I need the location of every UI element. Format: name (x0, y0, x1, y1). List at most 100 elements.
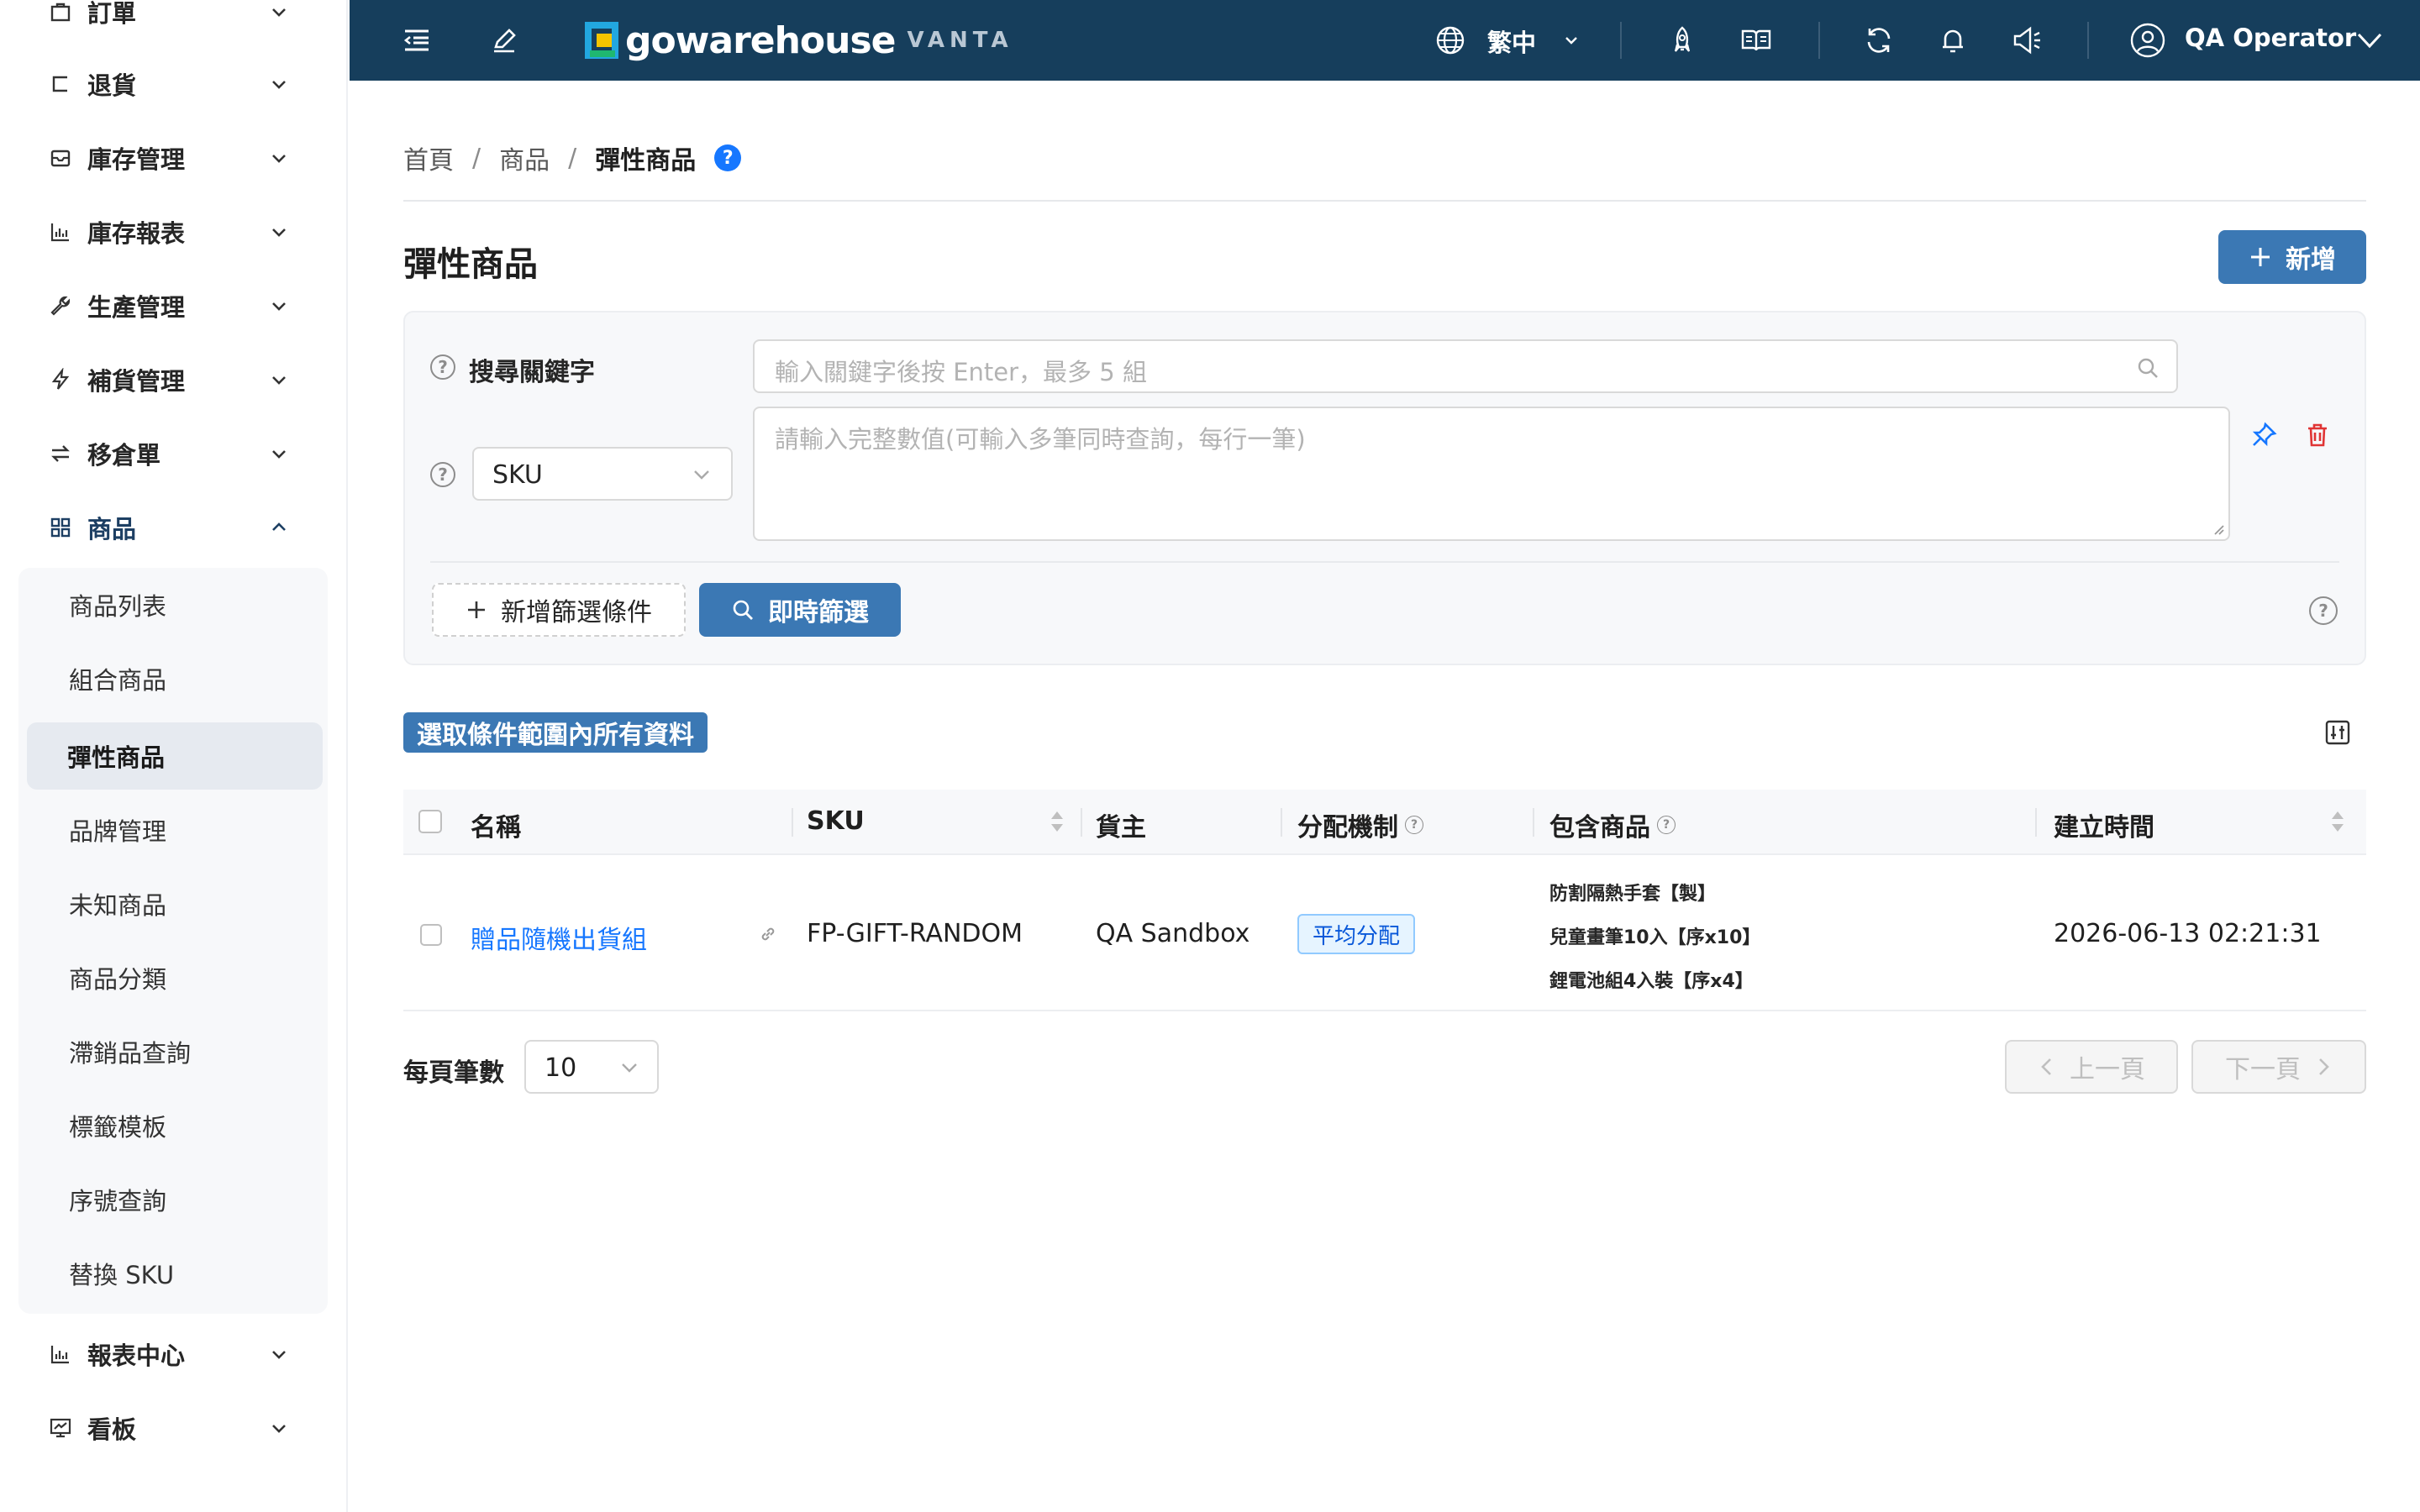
next-page-label: 下一頁 (2225, 1055, 2301, 1084)
chevron-down-icon (267, 368, 291, 391)
sidebar-item-transfer[interactable]: 移倉單 (0, 417, 348, 491)
chevron-down-icon (694, 470, 709, 480)
user-avatar-icon[interactable] (2128, 20, 2168, 60)
chevron-down-icon (267, 72, 291, 96)
table-header: 名稱 SKU 貨主 分配機制? 包含商品? 建立時間 (403, 790, 2366, 855)
submenu-item-label-templates[interactable]: 標籤模板 (29, 1092, 323, 1159)
breadcrumb: 首頁 / 商品 / 彈性商品 ? (403, 139, 742, 176)
sort-icon[interactable] (1047, 806, 1067, 840)
per-page-label: 每頁筆數 (403, 1058, 504, 1088)
sidebar-item-label: 移倉單 (87, 441, 161, 470)
instant-filter-button[interactable]: 即時篩選 (699, 583, 901, 637)
sidebar-item-dashboard[interactable]: 看板 (0, 1391, 348, 1465)
keyword-search-input[interactable]: 輸入關鍵字後按 Enter，最多 5 組 (753, 339, 2178, 393)
question-icon[interactable]: ? (2309, 596, 2338, 625)
edit-icon[interactable] (484, 20, 524, 60)
chevron-down-icon[interactable] (1551, 20, 1591, 60)
book-icon[interactable] (1736, 20, 1776, 60)
question-icon[interactable]: ? (1405, 816, 1423, 834)
sidebar-item-inventory-report[interactable]: 庫存報表 (0, 195, 348, 269)
column-header-created-time[interactable]: 建立時間 (2054, 806, 2154, 843)
sync-icon[interactable] (1859, 20, 1899, 60)
field-select[interactable]: SKU (472, 447, 733, 501)
search-icon (2138, 358, 2158, 378)
sidebar: 訂單 退貨 庫存管理 庫存報表 生產管理 補貨管理 移倉單 商品 商品列表 組合 (0, 0, 348, 1512)
language-selector[interactable]: 繁中 (1487, 24, 1536, 59)
sidebar-item-label: 看板 (87, 1415, 137, 1444)
page-title: 彈性商品 (403, 245, 538, 284)
sidebar-item-products[interactable]: 商品 (0, 491, 348, 564)
next-page-button[interactable]: 下一頁 (2191, 1040, 2366, 1094)
prev-page-button[interactable]: 上一頁 (2005, 1040, 2178, 1094)
submenu-item-brands[interactable]: 品牌管理 (29, 796, 323, 864)
sidebar-item-replenishment[interactable]: 補貨管理 (0, 343, 348, 417)
chevron-down-icon (267, 146, 291, 170)
chevron-down-icon (267, 1342, 291, 1366)
submenu-item-slow-moving[interactable]: 滯銷品查詢 (29, 1018, 323, 1085)
user-name[interactable]: QA Operator (2185, 24, 2356, 52)
grid-icon (47, 514, 74, 541)
submenu-item-replace-sku[interactable]: 替換 SKU (29, 1240, 323, 1307)
divider (2087, 22, 2089, 59)
bar-chart-icon (47, 218, 74, 245)
bell-icon[interactable] (1933, 20, 1973, 60)
question-icon[interactable]: ? (430, 462, 455, 487)
column-header-sku[interactable]: SKU (807, 806, 865, 836)
resize-handle-icon[interactable] (2212, 522, 2225, 536)
divider (1818, 22, 1820, 59)
globe-icon[interactable] (1430, 20, 1470, 60)
sidebar-item-returns[interactable]: 退貨 (0, 47, 348, 121)
delete-icon[interactable] (2302, 420, 2333, 450)
chevron-down-icon (267, 0, 291, 24)
values-textarea[interactable]: 請輸入完整數值(可輸入多筆同時查詢，每行一筆) (753, 407, 2230, 541)
breadcrumb-home[interactable]: 首頁 (403, 139, 454, 176)
inbox-icon (47, 144, 74, 171)
column-header-owner[interactable]: 貨主 (1096, 806, 1146, 843)
help-icon[interactable]: ? (714, 144, 742, 171)
sidebar-item-inventory[interactable]: 庫存管理 (0, 121, 348, 195)
add-button[interactable]: 新增 (2218, 230, 2366, 284)
per-page-select[interactable]: 10 (524, 1040, 659, 1094)
row-checkbox[interactable] (420, 924, 442, 946)
keyword-label: 搜尋關鍵字 (469, 358, 595, 387)
logo-text: gowarehouse (625, 18, 897, 62)
column-header-name[interactable]: 名稱 (471, 806, 521, 843)
divider (403, 200, 2366, 202)
add-filter-button[interactable]: 新增篩選條件 (432, 583, 686, 637)
keyword-placeholder: 輸入關鍵字後按 Enter，最多 5 組 (775, 358, 1147, 386)
column-settings-icon[interactable] (2324, 719, 2351, 746)
sound-icon[interactable] (2007, 20, 2047, 60)
sidebar-item-production[interactable]: 生產管理 (0, 269, 348, 343)
submenu-item-flexible-products[interactable]: 彈性商品 (27, 722, 323, 790)
breadcrumb-products[interactable]: 商品 (499, 139, 550, 176)
question-icon[interactable]: ? (430, 354, 455, 380)
menu-fold-icon[interactable] (397, 20, 437, 60)
chevron-down-icon[interactable] (2349, 20, 2390, 60)
select-all-checkbox[interactable] (418, 810, 442, 833)
submenu-item-product-list[interactable]: 商品列表 (29, 571, 323, 638)
thunder-icon (47, 366, 74, 393)
question-icon[interactable]: ? (1657, 816, 1676, 834)
submenu-item-categories[interactable]: 商品分類 (29, 944, 323, 1011)
chevron-up-icon (267, 516, 291, 539)
select-all-in-range-tag[interactable]: 選取條件範圍內所有資料 (403, 712, 708, 753)
submenu-item-serial-lookup[interactable]: 序號查詢 (29, 1166, 323, 1233)
product-name-link[interactable]: 贈品隨機出貨組 (471, 919, 647, 956)
app-logo[interactable]: gowarehouse VANTA (583, 17, 1013, 64)
sidebar-item-label: 庫存管理 (87, 145, 186, 174)
chevron-right-icon (2319, 1058, 2329, 1075)
rocket-icon[interactable] (1662, 20, 1702, 60)
logo-mark-icon (585, 22, 618, 59)
sort-icon[interactable] (2328, 806, 2348, 840)
sidebar-item-report-center[interactable]: 報表中心 (0, 1317, 348, 1391)
link-icon[interactable] (758, 924, 778, 948)
products-submenu: 商品列表 組合商品 彈性商品 品牌管理 未知商品 商品分類 滯銷品查詢 標籤模板… (18, 568, 328, 1314)
sidebar-item-orders[interactable]: 訂單 (0, 0, 348, 49)
breadcrumb-current: 彈性商品 (595, 146, 697, 176)
submenu-item-bundles[interactable]: 組合商品 (29, 645, 323, 712)
plus-icon (468, 601, 485, 618)
column-header-included-products[interactable]: 包含商品? (1549, 806, 1676, 843)
column-header-allocation[interactable]: 分配機制? (1297, 806, 1423, 843)
pin-icon[interactable] (2249, 420, 2279, 450)
submenu-item-unknown-products[interactable]: 未知商品 (29, 870, 323, 937)
